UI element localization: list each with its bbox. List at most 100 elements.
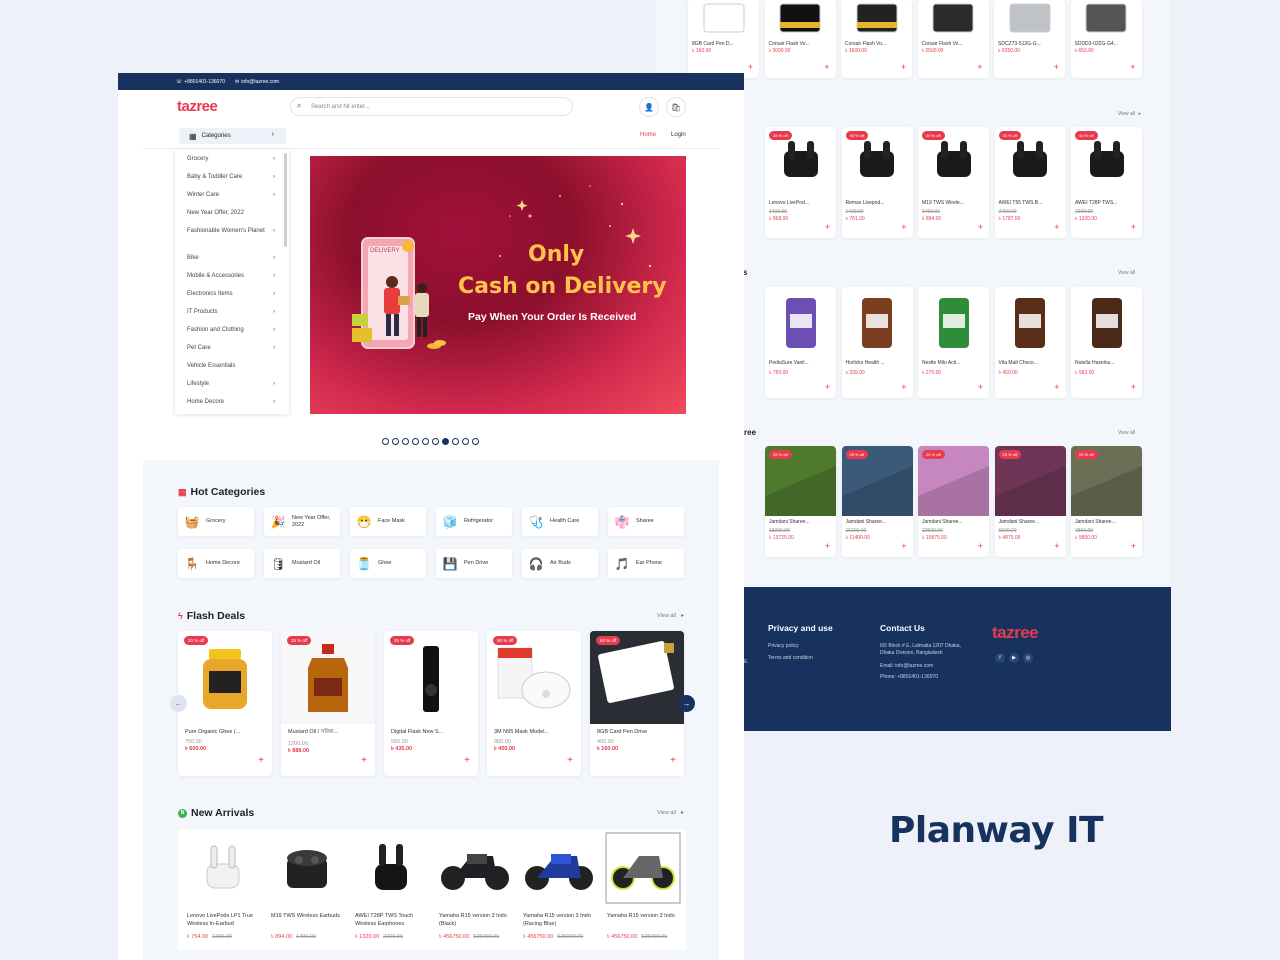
footer-link-terms[interactable]: Terms and condition xyxy=(768,655,813,661)
user-icon[interactable]: 👤 xyxy=(639,97,659,117)
product-card[interactable]: 38 % off Lenovo LivePod... 1400.00 ৳ 868.00… xyxy=(765,127,836,238)
youtube-icon[interactable]: ▶ xyxy=(1009,653,1019,663)
view-all-link[interactable]: View all xyxy=(1118,430,1135,436)
add-to-cart-icon[interactable]: + xyxy=(901,383,906,392)
product-card[interactable]: 26 % off Mustard Oil / সরিষা... 1200.00 ৳ 8… xyxy=(281,631,375,776)
sidebar-scrollbar[interactable] xyxy=(284,153,287,247)
add-to-cart-icon[interactable]: + xyxy=(464,755,470,766)
product-card[interactable]: Corsair Flash Vo... ৳ 2500.00 + xyxy=(917,0,989,78)
product-card[interactable]: M19 TWS Wireless Earbuds ৳ 894.00 1490.00 xyxy=(267,832,347,949)
add-to-cart-icon[interactable]: + xyxy=(978,223,983,232)
product-card[interactable]: Lenovo LivePods LP1 True Wireless In-Ear… xyxy=(183,832,263,949)
hot-category-tile[interactable]: 💾 Pen Drive xyxy=(436,549,512,578)
hot-category-tile[interactable]: 😷 Face Mask xyxy=(350,507,426,536)
sidebar-item[interactable]: Baby & Toddler Care › xyxy=(187,173,275,181)
hot-category-tile[interactable]: 🫙 Ghee xyxy=(350,549,426,578)
carousel-next-button[interactable]: → xyxy=(678,695,695,712)
carousel-dot[interactable] xyxy=(392,438,399,445)
cart-icon[interactable]: 🛍 xyxy=(666,97,686,117)
sidebar-item[interactable]: Home Decore › xyxy=(187,398,275,406)
view-all-link[interactable]: View all xyxy=(1118,270,1135,276)
add-to-cart-icon[interactable]: + xyxy=(361,755,367,766)
product-card[interactable]: Yamaha R15 version 3 Indo ৳ 456750.00 5250… xyxy=(603,832,683,949)
instagram-icon[interactable]: ◎ xyxy=(1023,653,1033,663)
hot-category-tile[interactable]: 🧺 Grocery xyxy=(178,507,254,536)
sidebar-item[interactable]: Bike › xyxy=(187,254,275,262)
sidebar-item[interactable]: IT Products › xyxy=(187,308,275,316)
nav-login[interactable]: Login xyxy=(671,132,686,138)
product-card[interactable]: Yamaha R15 version 3 Indo (Racing Blue) ৳… xyxy=(519,832,599,949)
footer-logo[interactable]: tazree xyxy=(992,623,1039,643)
nav-home[interactable]: Home xyxy=(640,132,656,138)
product-card[interactable]: Nutella Hazelnu... ৳ 583.00 + xyxy=(1071,287,1142,398)
carousel-dot[interactable] xyxy=(432,438,439,445)
categories-button[interactable]: ▦ Categories › xyxy=(179,128,286,144)
add-to-cart-icon[interactable]: + xyxy=(977,63,982,72)
product-card[interactable]: 35 % off AWEI T55 TWS B... 2750.00 ৳ 1787.5… xyxy=(994,127,1066,238)
add-to-cart-icon[interactable]: + xyxy=(901,223,906,232)
product-card[interactable]: 40 % off AWEI T28P TWS... 2200.00 ৳ 1320.00… xyxy=(1071,127,1142,238)
sidebar-item[interactable]: Fashionable Women's Planet › xyxy=(187,227,275,235)
footer-email[interactable]: Email: info@tazree.com xyxy=(880,663,933,669)
sidebar-item[interactable]: Vehicle Essentials xyxy=(187,362,275,370)
sidebar-item[interactable]: Fashion and Clothing › xyxy=(187,326,275,334)
hot-category-tile[interactable]: 🎧 Air Buds xyxy=(522,549,598,578)
sidebar-item[interactable]: New Year Offer, 2022 xyxy=(187,209,275,217)
hot-category-tile[interactable]: 🛢 Mustard Oil xyxy=(264,549,340,578)
carousel-dot[interactable] xyxy=(452,438,459,445)
hot-category-tile[interactable]: 🎵 Ear Phone xyxy=(608,549,684,578)
add-to-cart-icon[interactable]: + xyxy=(901,63,906,72)
add-to-cart-icon[interactable]: + xyxy=(978,542,983,551)
product-card[interactable]: Horlicks Health ... ৳ 339.00 + xyxy=(841,287,913,398)
hero-banner[interactable]: DELIVERY Only Cash on Delivery Pay When … xyxy=(310,156,686,414)
add-to-cart-icon[interactable]: + xyxy=(824,63,829,72)
view-all-link[interactable]: View all xyxy=(657,613,676,619)
sidebar-item[interactable]: Electronics Items › xyxy=(187,290,275,298)
product-card[interactable]: 60 % off 8GB Card Pen Drive 400.00 ৳ 160.00… xyxy=(590,631,684,776)
hot-category-tile[interactable]: 🪑 Home Decore xyxy=(178,549,254,578)
product-card[interactable]: 50 % off 3M N95 Mask Model... 900.00 ৳ 450.… xyxy=(487,631,581,776)
site-logo[interactable]: tazree xyxy=(177,98,218,115)
topbar-email[interactable]: info@tazree.com xyxy=(241,79,279,85)
product-card[interactable]: SDDD3-032G-G4... ৳ 650.00 + xyxy=(1070,0,1142,78)
search-input[interactable]: ⌕ Search and hit enter... xyxy=(290,97,573,116)
product-card[interactable]: 25 % off Jamdani Sharee... 22500.00 ৳ 16875… xyxy=(918,446,989,557)
add-to-cart-icon[interactable]: + xyxy=(1131,542,1136,551)
topbar-phone[interactable]: +8801401-136070 xyxy=(184,79,225,85)
add-to-cart-icon[interactable]: + xyxy=(567,755,573,766)
product-card[interactable]: 45 % off Remax Livepod... 1420.00 ৳ 781.00 + xyxy=(841,127,913,238)
product-card[interactable]: 8GB Card Pen D... ৳ 160.00 + xyxy=(688,0,759,78)
product-card[interactable]: 25 % off Jamdani Sharee... 18300.00 ৳ 13725… xyxy=(765,446,836,557)
sidebar-item[interactable]: Grocery › xyxy=(187,155,275,163)
sidebar-item[interactable]: Winter Care › xyxy=(187,191,275,199)
product-card[interactable]: Nestle Milo Acti... ৳ 270.00 + xyxy=(918,287,989,398)
hot-category-tile[interactable]: 👘 Sharee xyxy=(608,507,684,536)
add-to-cart-icon[interactable]: + xyxy=(1131,223,1136,232)
hot-category-tile[interactable]: 🩺 Health Care xyxy=(522,507,598,536)
facebook-icon[interactable]: f xyxy=(995,653,1005,663)
product-card[interactable]: 25 % off Jamdani Sharee... 7800.00 ৳ 5850.0… xyxy=(1071,446,1142,557)
add-to-cart-icon[interactable]: + xyxy=(901,542,906,551)
product-card[interactable]: 25 % off Jamdani Sharee... 15200.00 ৳ 11400… xyxy=(841,446,913,557)
hot-category-tile[interactable]: 🎉 New Year Offer, 2022 xyxy=(264,507,340,536)
add-to-cart-icon[interactable]: + xyxy=(1054,63,1059,72)
view-all-link[interactable]: View all xyxy=(1118,111,1135,117)
product-card[interactable]: SDCZ73-512G-G... ৳ 6350.00 + xyxy=(994,0,1065,78)
product-card[interactable]: 25 % off Jamdani Sharee... 6500.00 ৳ 4875.0… xyxy=(994,446,1066,557)
product-card[interactable]: AWEI T28P TWS Touch Wireless Earphones ৳ … xyxy=(351,832,431,949)
add-to-cart-icon[interactable]: + xyxy=(978,383,983,392)
product-card[interactable]: Yamaha R15 version 3 Indo (Black) ৳ 45675… xyxy=(435,832,515,949)
add-to-cart-icon[interactable]: + xyxy=(825,223,830,232)
carousel-dot[interactable] xyxy=(472,438,479,445)
sidebar-item[interactable]: Lifestyle › xyxy=(187,380,275,388)
product-card[interactable]: 40 % off M19 TWS Wirele... 1490.00 ৳ 894.00… xyxy=(918,127,989,238)
carousel-prev-button[interactable]: ← xyxy=(170,695,187,712)
footer-link-privacy[interactable]: Privacy policy xyxy=(768,643,799,649)
sidebar-item[interactable]: Pet Care › xyxy=(187,344,275,352)
add-to-cart-icon[interactable]: + xyxy=(1054,223,1059,232)
product-card[interactable]: Vita Malt Choco... ৳ 450.00 + xyxy=(994,287,1066,398)
add-to-cart-icon[interactable]: + xyxy=(670,755,676,766)
carousel-dot[interactable] xyxy=(442,438,449,445)
carousel-dot[interactable] xyxy=(382,438,389,445)
carousel-dot[interactable] xyxy=(412,438,419,445)
